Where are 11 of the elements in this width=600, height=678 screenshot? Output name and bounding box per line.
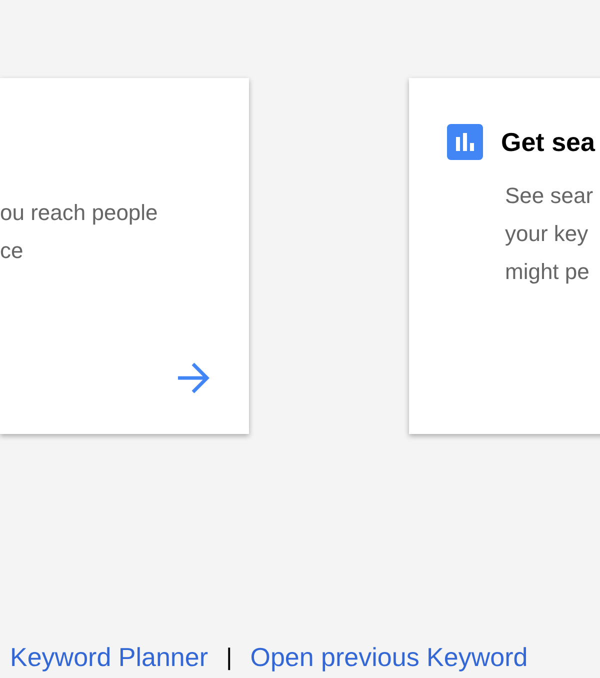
arrow-right-icon[interactable] <box>175 360 211 396</box>
card-description: ou reach people <box>0 199 158 227</box>
card-title: Get sea <box>501 126 595 158</box>
footer-link[interactable]: Open previous Keyword <box>250 642 528 673</box>
bar-chart-icon <box>447 124 483 160</box>
card-description: might pe <box>505 258 590 286</box>
card-description: your key <box>505 220 588 248</box>
card-description: See sear <box>505 182 594 210</box>
footer-link[interactable]: Keyword Planner <box>10 642 208 673</box>
card-description: ce <box>0 237 24 265</box>
separator: | <box>226 644 232 672</box>
